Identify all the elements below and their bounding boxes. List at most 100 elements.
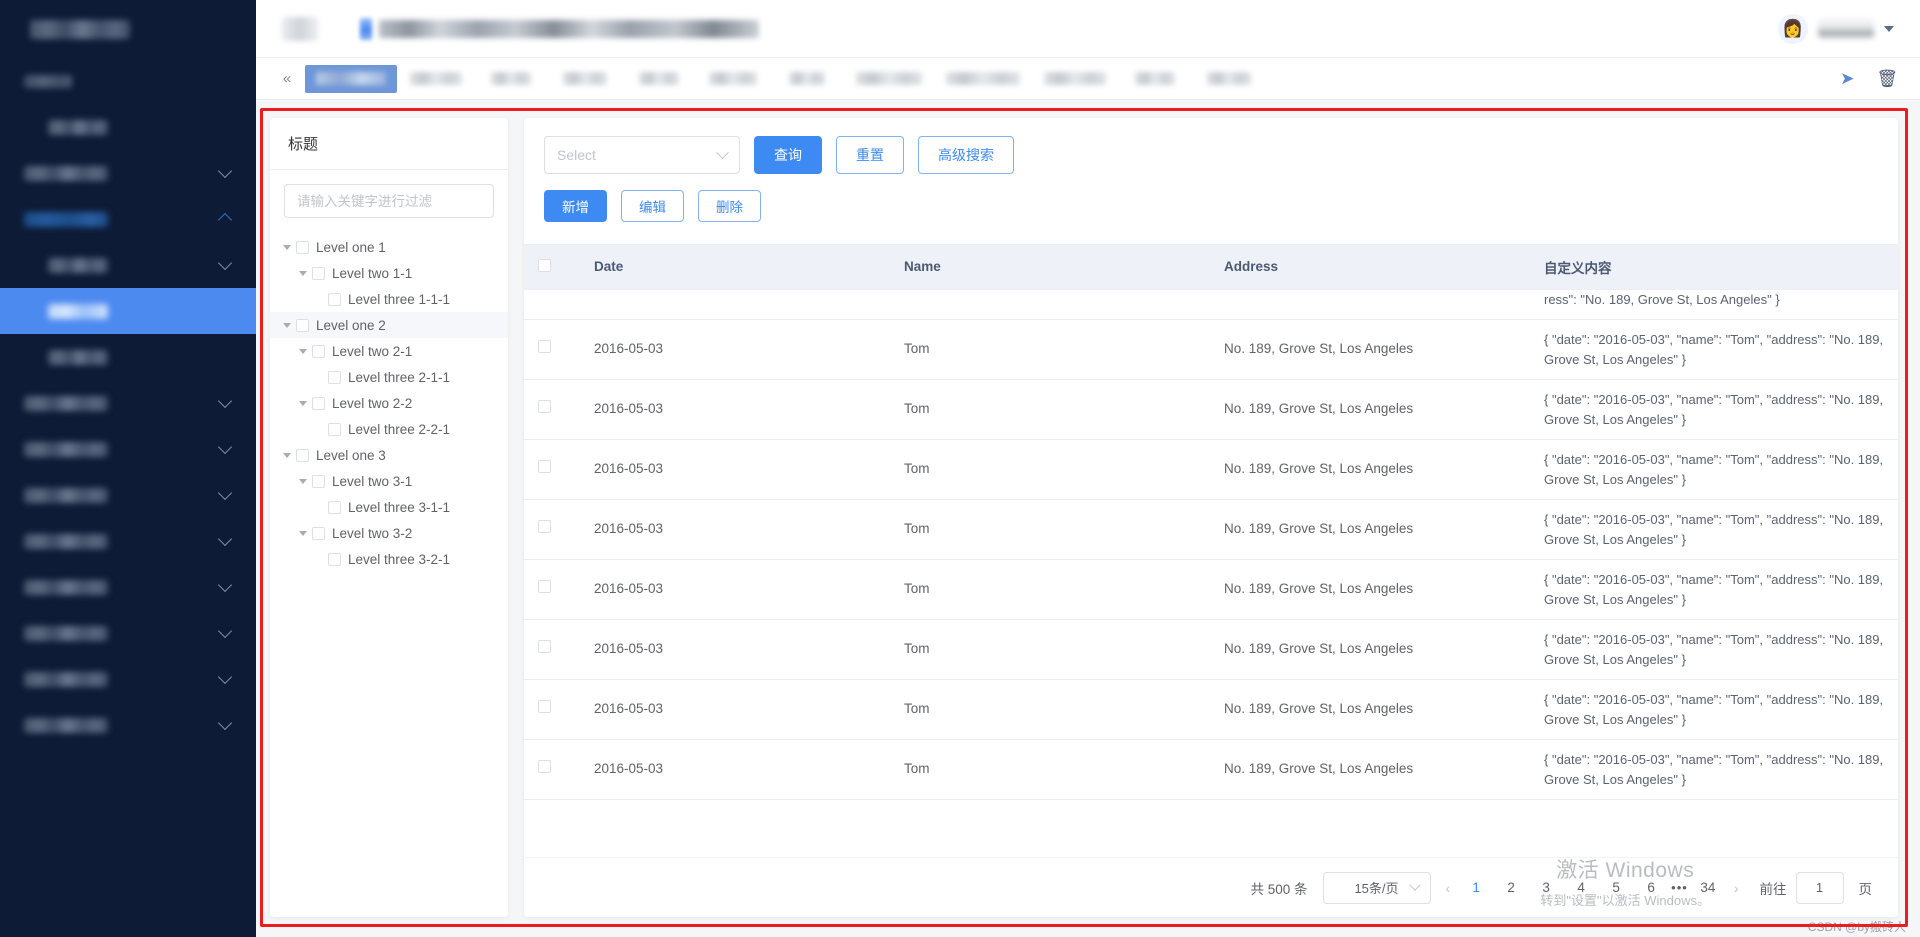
pagination-ellipsis[interactable]: ••• — [1671, 880, 1688, 895]
sidebar-item-14[interactable] — [0, 702, 256, 748]
tree-filter-input[interactable] — [284, 184, 494, 218]
row-checkbox[interactable] — [538, 400, 551, 414]
sidebar-item-8[interactable] — [0, 426, 256, 472]
table-row[interactable]: 2016-05-03 Tom No. 189, Grove St, Los Ange… — [524, 739, 1898, 800]
tree-node-checkbox[interactable] — [328, 292, 341, 306]
tree-node[interactable]: Level two 3-2 — [270, 520, 508, 546]
sidebar-item-3[interactable] — [0, 196, 256, 242]
page-number-4[interactable]: 4 — [1570, 880, 1592, 895]
select-dropdown[interactable]: Select — [544, 136, 740, 174]
chevron-right-icon[interactable]: › — [1728, 880, 1745, 896]
sidebar-item-4[interactable] — [0, 242, 256, 288]
pagination-jump-input[interactable] — [1795, 871, 1844, 904]
tree-node[interactable]: Level three 1-1-1 — [270, 286, 508, 312]
tree-node[interactable]: Level two 1-1 — [270, 260, 508, 286]
trash-icon[interactable]: 🗑 — [1876, 69, 1898, 89]
pagination-last-page[interactable]: 34 — [1697, 880, 1719, 895]
row-checkbox[interactable] — [538, 340, 551, 354]
tree-expand-arrow-icon[interactable] — [294, 348, 312, 354]
caret-down-icon[interactable] — [1884, 25, 1894, 32]
page-number-2[interactable]: 2 — [1500, 880, 1522, 895]
column-header-custom[interactable]: 自定义内容 — [1530, 245, 1898, 290]
tree-node-checkbox[interactable] — [312, 344, 325, 358]
tab-3[interactable] — [475, 65, 547, 93]
tab-6[interactable] — [697, 65, 769, 93]
table-body-scroll[interactable]: ress": "No. 189, Grove St, Los Angeles" … — [524, 289, 1898, 858]
tree-node-checkbox[interactable] — [296, 318, 309, 332]
select-all-checkbox[interactable] — [538, 258, 551, 272]
tree-node-checkbox[interactable] — [312, 526, 325, 540]
tree-node-checkbox[interactable] — [312, 474, 325, 488]
table-row[interactable]: 2016-05-03 Tom No. 189, Grove St, Los Ange… — [524, 679, 1898, 740]
tab-1[interactable] — [305, 64, 397, 93]
sidebar-item-10[interactable] — [0, 518, 256, 564]
row-checkbox[interactable] — [538, 580, 551, 594]
sidebar-item-12[interactable] — [0, 610, 256, 656]
tree-node-checkbox[interactable] — [328, 422, 341, 436]
tree-expand-arrow-icon[interactable] — [278, 322, 296, 328]
table-row[interactable]: 2016-05-03 Tom No. 189, Grove St, Los Ange… — [524, 619, 1898, 680]
tab-11[interactable] — [1119, 65, 1191, 93]
table-row[interactable]: 2016-05-03 Tom No. 189, Grove St, Los Ange… — [524, 319, 1898, 380]
table-row[interactable]: 2016-05-03 Tom No. 189, Grove St, Los Ange… — [524, 439, 1898, 500]
sidebar-item-9[interactable] — [0, 472, 256, 518]
tree-node[interactable]: Level one 3 — [270, 442, 508, 468]
tree-expand-arrow-icon[interactable] — [294, 270, 312, 276]
tree-node[interactable]: Level three 3-2-1 — [270, 546, 508, 572]
tree-expand-arrow-icon[interactable] — [278, 452, 296, 458]
column-header-date[interactable]: Date — [580, 245, 890, 290]
tree-node[interactable]: Level three 3-1-1 — [270, 494, 508, 520]
advanced-search-button[interactable]: 高级搜索 — [918, 136, 1014, 174]
tree-node[interactable]: Level two 2-1 — [270, 338, 508, 364]
row-checkbox[interactable] — [538, 640, 551, 654]
tab-5[interactable] — [623, 65, 695, 93]
page-number-6[interactable]: 6 — [1640, 880, 1662, 895]
query-button[interactable]: 查询 — [754, 136, 822, 174]
collapse-icon[interactable] — [282, 16, 318, 41]
table-row[interactable]: 2016-05-03 Tom No. 189, Grove St, Los Ange… — [524, 559, 1898, 620]
reset-button[interactable]: 重置 — [836, 136, 904, 174]
row-checkbox[interactable] — [538, 520, 551, 534]
user-menu[interactable]: 👩 — [1778, 13, 1894, 44]
tree-node[interactable]: Level one 1 — [270, 234, 508, 260]
row-checkbox[interactable] — [538, 460, 551, 474]
tab-8[interactable] — [845, 65, 933, 93]
tab-7[interactable] — [771, 65, 843, 93]
tree-node-checkbox[interactable] — [312, 396, 325, 410]
tree-expand-arrow-icon[interactable] — [294, 400, 312, 406]
tree-node-checkbox[interactable] — [312, 266, 325, 280]
edit-button[interactable]: 编辑 — [621, 190, 684, 222]
add-button[interactable]: 新增 — [544, 190, 607, 222]
tree-node-checkbox[interactable] — [328, 370, 341, 384]
table-row[interactable]: 2016-05-03 Tom No. 189, Grove St, Los Ange… — [524, 499, 1898, 560]
tab-10[interactable] — [1033, 65, 1117, 93]
page-number-1[interactable]: 1 — [1465, 880, 1487, 895]
row-checkbox[interactable] — [538, 760, 551, 774]
sidebar-item-13[interactable] — [0, 656, 256, 702]
column-header-address[interactable]: Address — [1210, 245, 1530, 290]
table-row[interactable]: 2016-05-03 Tom No. 189, Grove St, Los Ange… — [524, 379, 1898, 440]
sidebar-item-2[interactable] — [0, 150, 256, 196]
tree-expand-arrow-icon[interactable] — [294, 478, 312, 484]
sidebar-item-7[interactable] — [0, 380, 256, 426]
tab-4[interactable] — [549, 65, 621, 93]
sidebar-item-6[interactable] — [0, 334, 256, 380]
sidebar-item-11[interactable] — [0, 564, 256, 610]
double-chevron-left-icon[interactable]: « — [270, 70, 304, 87]
sidebar-brand[interactable] — [0, 0, 256, 58]
sidebar-item-5[interactable] — [0, 288, 256, 334]
tab-12[interactable] — [1193, 65, 1265, 93]
tree-node[interactable]: Level two 3-1 — [270, 468, 508, 494]
tree-node[interactable]: Level two 2-2 — [270, 390, 508, 416]
flag-icon[interactable]: ➤ — [1840, 69, 1854, 89]
delete-button[interactable]: 删除 — [698, 190, 761, 222]
tree-expand-arrow-icon[interactable] — [278, 244, 296, 250]
sidebar-item-1[interactable] — [0, 104, 256, 150]
page-number-3[interactable]: 3 — [1535, 880, 1557, 895]
tree-node[interactable]: Level three 2-1-1 — [270, 364, 508, 390]
tree-node[interactable]: Level three 2-2-1 — [270, 416, 508, 442]
tab-2[interactable] — [399, 65, 473, 93]
page-size-select[interactable]: 15条/页 — [1322, 871, 1431, 904]
tree-node-checkbox[interactable] — [296, 448, 309, 462]
tab-9[interactable] — [935, 65, 1031, 93]
